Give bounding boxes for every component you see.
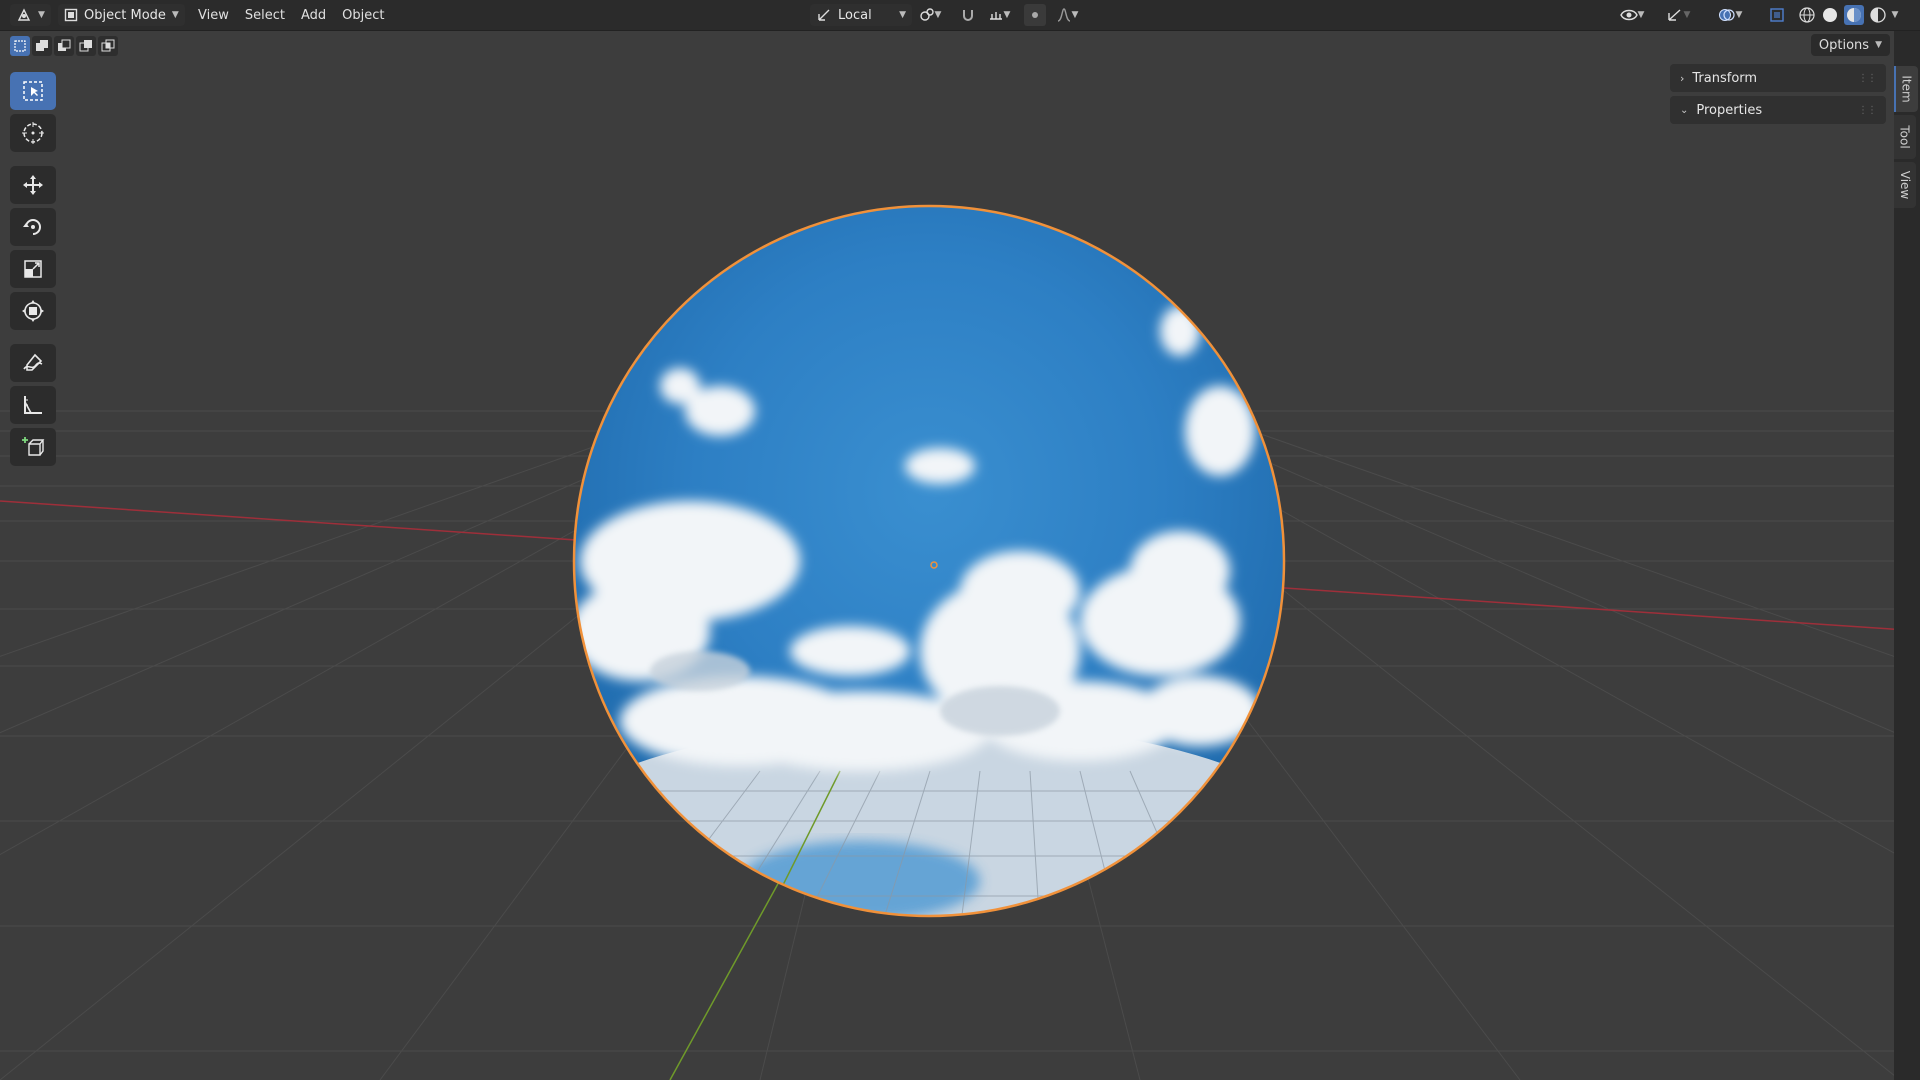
select-extend-icon [36,40,48,51]
scale-icon [24,260,42,278]
pivot-point-button[interactable]: ▼ [914,4,946,26]
overlays-dropdown[interactable]: ▼ [1708,4,1752,26]
gizmo-toggle-button[interactable]: ▼ [1658,4,1698,26]
gizmo-icon [1667,9,1681,21]
select-new-icon [14,40,26,52]
chevron-down-icon: ⌄ [1680,104,1689,116]
menu-select[interactable]: Select [237,8,293,23]
cursor-icon [22,122,44,144]
proportional-edit-icon [1032,12,1038,18]
add-cube-icon [22,437,45,456]
falloff-dropdown[interactable]: ▼ [1050,4,1084,26]
tab-item[interactable]: Item [1894,66,1918,112]
eye-icon [1619,9,1638,21]
rotate-tool[interactable] [10,208,56,246]
add-cube-tool[interactable] [10,428,56,466]
chevron-down-icon: ▼ [38,10,45,20]
header-menus: View Select Add Object [190,4,392,26]
select-invert-button[interactable] [76,36,96,56]
xray-toggle-button[interactable] [1766,4,1788,26]
orientation-label: Local [838,7,872,23]
falloff-curve-icon [1057,8,1070,22]
transform-icon [22,300,44,322]
chevron-down-icon: ▼ [1637,10,1645,20]
select-subtract-button[interactable] [54,36,74,56]
sidebar-panel: › Transform ⋮⋮ ⌄ Properties ⋮⋮ [1670,64,1886,128]
annotate-icon [23,353,43,371]
chevron-down-icon: ▼ [1683,10,1691,20]
chevron-right-icon: › [1680,71,1685,85]
move-icon [23,175,43,195]
viewport-canvas [0,204,1920,1080]
chevron-down-icon: ▼ [934,10,942,20]
select-subtract-icon [58,39,71,51]
menu-object[interactable]: Object [334,8,392,23]
rotate-icon [23,219,41,235]
move-tool[interactable] [10,166,56,204]
chevron-down-icon: ▼ [171,10,179,20]
sidebar-tabs: Item Tool View [1894,66,1918,211]
chevron-down-icon: ▼ [1003,10,1011,20]
mode-dropdown[interactable]: Object Mode ▼ [58,4,185,26]
properties-panel-label: Properties [1696,102,1763,118]
overlays-icon [1718,9,1735,21]
menu-view[interactable]: View [190,8,237,23]
annotate-tool[interactable] [10,344,56,382]
transform-panel-label: Transform [1692,70,1758,86]
tab-view-label: View [1898,170,1913,200]
shading-modes: ▼ [1794,4,1902,26]
pivot-icon [919,8,934,21]
sky-sphere[interactable] [509,204,1349,1021]
visibility-dropdown[interactable]: ▼ [1614,4,1650,26]
object-mode-icon [64,8,78,22]
select-new-button[interactable] [10,36,30,56]
xray-icon [1770,8,1784,22]
measure-icon [24,396,42,414]
select-box-tool[interactable] [10,72,56,110]
viewport-editor-icon [17,8,31,21]
scale-tool[interactable] [10,250,56,288]
wireframe-shading-icon[interactable] [1798,6,1816,24]
properties-panel-header[interactable]: ⌄ Properties ⋮⋮ [1670,96,1886,124]
transform-panel-header[interactable]: › Transform ⋮⋮ [1670,64,1886,92]
drag-grip-icon[interactable]: ⋮⋮ [1858,73,1877,84]
chevron-down-icon: ▼ [899,10,906,20]
chevron-down-icon: ▼ [1875,40,1882,50]
magnet-icon [963,10,973,21]
menu-add[interactable]: Add [293,8,334,23]
transform-tool[interactable] [10,292,56,330]
select-invert-icon [79,40,92,52]
drag-grip-icon[interactable]: ⋮⋮ [1858,105,1877,116]
snap-increment-icon [989,12,1002,20]
orientation-icon [818,9,830,21]
chevron-down-icon: ▼ [1071,10,1079,20]
select-intersect-icon [101,39,115,52]
select-box-icon [23,81,43,101]
viewport-header: ▼ Object Mode ▼ View Select Add Object L… [0,0,1920,31]
material-preview-shading-icon[interactable] [1843,5,1864,25]
selection-mode-buttons [10,36,118,56]
tab-item-label: Item [1900,75,1915,103]
chevron-down-icon: ▼ [1735,10,1743,20]
options-label: Options [1818,37,1870,53]
editor-type-dropdown[interactable]: ▼ [10,4,51,26]
tab-tool[interactable]: Tool [1894,115,1916,159]
options-dropdown[interactable]: Options ▼ [1810,34,1890,56]
measure-tool[interactable] [10,386,56,424]
solid-shading-icon[interactable] [1821,6,1839,24]
cursor-tool[interactable] [10,114,56,152]
orientation-dropdown[interactable]: Local ▼ [810,4,912,26]
proportional-edit-button[interactable] [1024,4,1046,26]
mode-label: Object Mode [84,7,166,23]
tab-view[interactable]: View [1894,162,1916,208]
snap-toggle-button[interactable] [956,4,980,26]
chevron-down-icon[interactable]: ▼ [1892,10,1899,20]
select-intersect-button[interactable] [98,36,118,56]
tab-tool-label: Tool [1898,125,1912,149]
tool-shelf [10,72,60,466]
rendered-shading-icon[interactable] [1869,6,1887,24]
select-extend-button[interactable] [32,36,52,56]
snap-target-dropdown[interactable]: ▼ [982,4,1016,26]
3d-viewport[interactable]: Options ▼ › Transform ⋮⋮ ⌄ Properties ⋮⋮… [0,31,1920,1080]
